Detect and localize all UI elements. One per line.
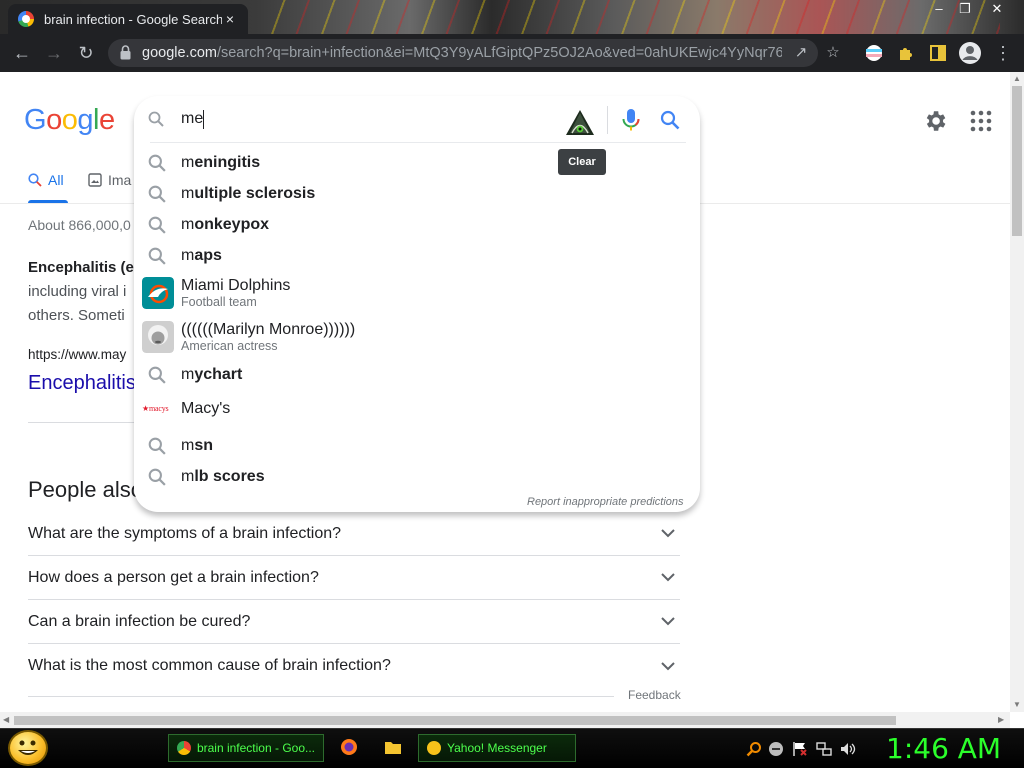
taskbar-clock: 1:46 AM — [886, 732, 1002, 765]
result-cite-url: https://www.may — [28, 347, 127, 362]
firefox-icon[interactable] — [340, 738, 358, 756]
search-icon — [148, 437, 166, 455]
suggestion-item[interactable]: monkeypox — [134, 212, 700, 238]
search-input[interactable]: me — [181, 110, 203, 128]
result-title-link[interactable]: Encephalitis — [28, 372, 136, 395]
report-predictions-link[interactable]: Report inappropriate predictions — [527, 496, 684, 508]
suggestion-item[interactable]: mychart — [134, 362, 700, 388]
taskbar-item-chrome[interactable]: brain infection - Goo... — [168, 734, 324, 762]
search-icon — [148, 185, 166, 203]
suggestion-item[interactable]: msn — [134, 433, 700, 459]
flag-extension-icon[interactable] — [864, 43, 884, 63]
text-caret — [203, 110, 204, 129]
chevron-down-icon — [656, 566, 680, 590]
image-icon — [88, 173, 102, 187]
extensions-puzzle-icon[interactable] — [896, 43, 916, 63]
divider — [607, 106, 608, 134]
horizontal-scroll-thumb[interactable] — [14, 716, 896, 725]
suggestion-item-marilyn-monroe[interactable]: ((((((Marilyn Monroe)))))) American actr… — [134, 319, 700, 355]
search-icon — [148, 154, 166, 172]
google-apps-grid-icon[interactable] — [970, 110, 992, 132]
feedback-link[interactable]: Feedback — [628, 688, 681, 702]
search-icon — [148, 216, 166, 234]
result-stats: About 866,000,0 — [28, 217, 131, 233]
search-icon — [148, 366, 166, 384]
tray-network-icon[interactable] — [816, 741, 832, 757]
google-favicon-icon — [18, 11, 34, 27]
back-arrow-icon[interactable]: ← — [12, 43, 32, 63]
chevron-down-icon — [656, 522, 680, 546]
dolphins-logo-icon — [142, 277, 174, 309]
forward-arrow-icon[interactable]: → — [44, 43, 64, 63]
tray-status-icon[interactable] — [768, 741, 784, 757]
folder-icon[interactable] — [384, 738, 402, 756]
tab-title: brain infection - Google Search — [44, 11, 222, 27]
share-icon[interactable]: ↗ — [792, 44, 810, 62]
macys-logo-icon: ★macys — [142, 404, 169, 413]
microphone-icon[interactable] — [620, 108, 642, 132]
suggestion-item[interactable]: meningitis — [134, 150, 700, 176]
paa-question[interactable]: What are the symptoms of a brain infecti… — [28, 512, 680, 556]
scroll-right-arrow-icon[interactable]: ▶ — [998, 715, 1004, 724]
tray-volume-icon[interactable] — [840, 741, 856, 757]
divider — [28, 696, 614, 697]
lock-icon[interactable] — [120, 45, 131, 60]
tab-close-icon[interactable]: × — [222, 11, 238, 27]
suggestion-item[interactable]: mlb scores — [134, 464, 700, 490]
paa-question[interactable]: What is the most common cause of brain i… — [28, 644, 680, 688]
tray-flag-icon[interactable] — [792, 741, 808, 757]
scroll-left-arrow-icon[interactable]: ◀ — [3, 715, 9, 724]
settings-gear-icon[interactable] — [922, 108, 948, 134]
suggestion-item-macys[interactable]: ★macys Macy's — [134, 396, 700, 422]
google-logo[interactable]: Google — [24, 104, 115, 137]
scroll-up-arrow-icon[interactable]: ▲ — [1013, 74, 1021, 83]
people-also-ask-heading: People also — [28, 477, 143, 502]
portrait-thumbnail-icon — [142, 321, 174, 353]
browser-tab[interactable]: brain infection - Google Search × — [8, 4, 248, 34]
active-tab-indicator — [28, 200, 68, 203]
browser-menu-icon[interactable]: ⋮ — [994, 44, 1012, 62]
suggestion-item[interactable]: maps — [134, 243, 700, 269]
paa-question[interactable]: Can a brain infection be cured? — [28, 600, 680, 644]
side-panel-icon[interactable] — [928, 43, 948, 63]
tab-images[interactable]: Ima — [88, 172, 131, 188]
chevron-down-icon — [656, 610, 680, 634]
vertical-scroll-thumb[interactable] — [1012, 86, 1022, 236]
search-icon — [148, 247, 166, 265]
bookmark-star-icon[interactable]: ☆ — [824, 44, 842, 62]
paa-question[interactable]: How does a person get a brain infection? — [28, 556, 680, 600]
maximize-button[interactable]: ❐ — [952, 2, 978, 16]
suggestion-item-miami-dolphins[interactable]: Miami Dolphins Football team — [134, 275, 700, 311]
scroll-down-arrow-icon[interactable]: ▼ — [1013, 700, 1021, 709]
start-button-smiley-icon[interactable] — [8, 730, 48, 766]
chevron-down-icon — [656, 654, 680, 678]
chrome-icon — [177, 741, 191, 755]
profile-avatar-icon[interactable] — [958, 41, 982, 65]
search-icon — [28, 173, 42, 187]
featured-snippet: Encephalitis (e including viral i others… — [28, 259, 134, 324]
clear-icon[interactable] — [564, 108, 596, 138]
taskbar-item-yahoo-messenger[interactable]: Yahoo! Messenger — [418, 734, 576, 762]
search-icon — [148, 111, 164, 127]
minimize-button[interactable]: – — [926, 2, 952, 16]
reload-icon[interactable]: ↻ — [76, 43, 96, 63]
yahoo-messenger-icon — [427, 741, 441, 755]
search-icon — [148, 468, 166, 486]
tray-search-icon[interactable] — [746, 741, 762, 757]
tab-all[interactable]: All — [28, 172, 64, 188]
search-submit-icon[interactable] — [660, 110, 680, 130]
url-text[interactable]: google.com/search?q=brain+infection&ei=M… — [142, 45, 782, 61]
divider — [150, 142, 686, 143]
suggestion-item[interactable]: multiple sclerosis — [134, 181, 700, 207]
close-window-button[interactable]: ✕ — [984, 2, 1010, 16]
